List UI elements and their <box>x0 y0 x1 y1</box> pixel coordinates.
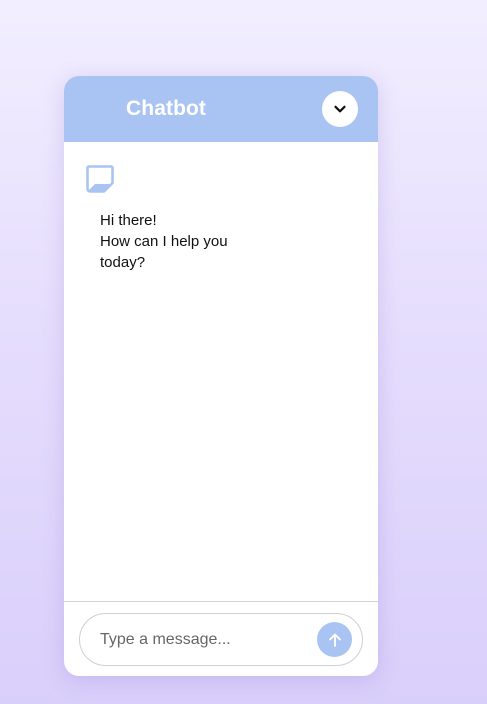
chat-header: Chatbot <box>64 76 378 142</box>
chatbot-window: Chatbot Hi there! How can I help you tod… <box>64 76 378 676</box>
chevron-down-icon <box>334 105 346 113</box>
bot-greeting-message: Hi there! How can I help you today? <box>100 210 250 273</box>
greeting-line: How can I help you <box>100 233 228 250</box>
send-button[interactable] <box>317 622 352 657</box>
arrow-up-icon <box>328 633 341 647</box>
greeting-line: today? <box>100 254 146 271</box>
chat-bubble-icon <box>86 165 114 193</box>
chat-title: Chatbot <box>126 97 207 120</box>
message-input-container <box>79 613 363 666</box>
chat-body[interactable]: Hi there! How can I help you today? <box>64 142 378 601</box>
message-input[interactable] <box>100 627 308 653</box>
greeting-line: Hi there! <box>100 212 157 229</box>
chat-footer <box>64 601 378 676</box>
collapse-button[interactable] <box>322 91 358 127</box>
